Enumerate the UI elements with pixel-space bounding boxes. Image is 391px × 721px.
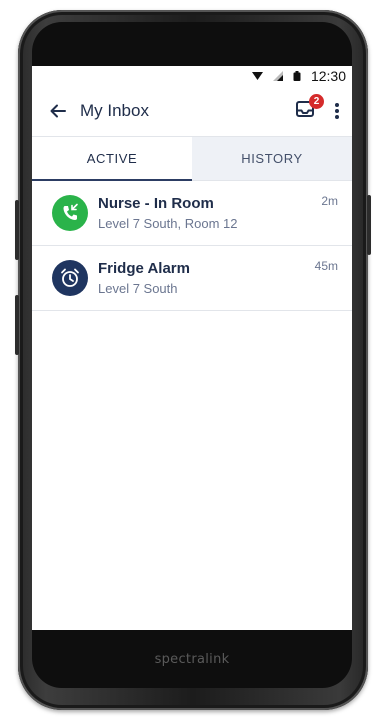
alert-location: Level 7 South, Room 12 xyxy=(98,216,238,231)
top-bezel xyxy=(32,22,352,68)
signal-icon xyxy=(272,71,283,81)
notification-badge: 2 xyxy=(309,94,324,109)
side-button-left-top xyxy=(15,200,19,260)
bottom-bezel: spectralink xyxy=(32,630,352,688)
more-options-icon[interactable] xyxy=(332,100,342,122)
alert-item-fridge[interactable]: Fridge Alarm Level 7 South 45m xyxy=(32,246,352,311)
page-title: My Inbox xyxy=(80,101,149,120)
alert-item-nurse[interactable]: Nurse - In Room Level 7 South, Room 12 2… xyxy=(32,181,352,246)
side-button-left-bottom xyxy=(15,295,19,355)
inbox-button[interactable]: 2 xyxy=(292,94,324,124)
battery-icon xyxy=(293,71,301,81)
alert-title: Fridge Alarm xyxy=(98,260,190,277)
back-arrow-icon[interactable] xyxy=(50,101,70,121)
tab-active[interactable]: ACTIVE xyxy=(32,137,192,181)
tab-bar: ACTIVE HISTORY xyxy=(32,137,352,181)
alarm-clock-icon xyxy=(52,260,88,296)
alert-time: 2m xyxy=(321,194,338,208)
phone-screen: 12:30 My Inbox 2 ACTIVE HISTORY Nurse - … xyxy=(32,66,352,630)
brand-logo: spectralink xyxy=(154,651,230,667)
alert-title: Nurse - In Room xyxy=(98,195,214,212)
alert-time: 45m xyxy=(314,259,338,273)
alert-location: Level 7 South xyxy=(98,281,178,296)
status-bar: 12:30 xyxy=(32,66,352,86)
wifi-icon xyxy=(251,71,263,81)
status-time: 12:30 xyxy=(310,68,346,84)
nurse-call-icon xyxy=(52,195,88,231)
app-bar: My Inbox 2 xyxy=(32,86,352,137)
tab-history[interactable]: HISTORY xyxy=(192,137,352,181)
side-button-right xyxy=(367,195,371,255)
